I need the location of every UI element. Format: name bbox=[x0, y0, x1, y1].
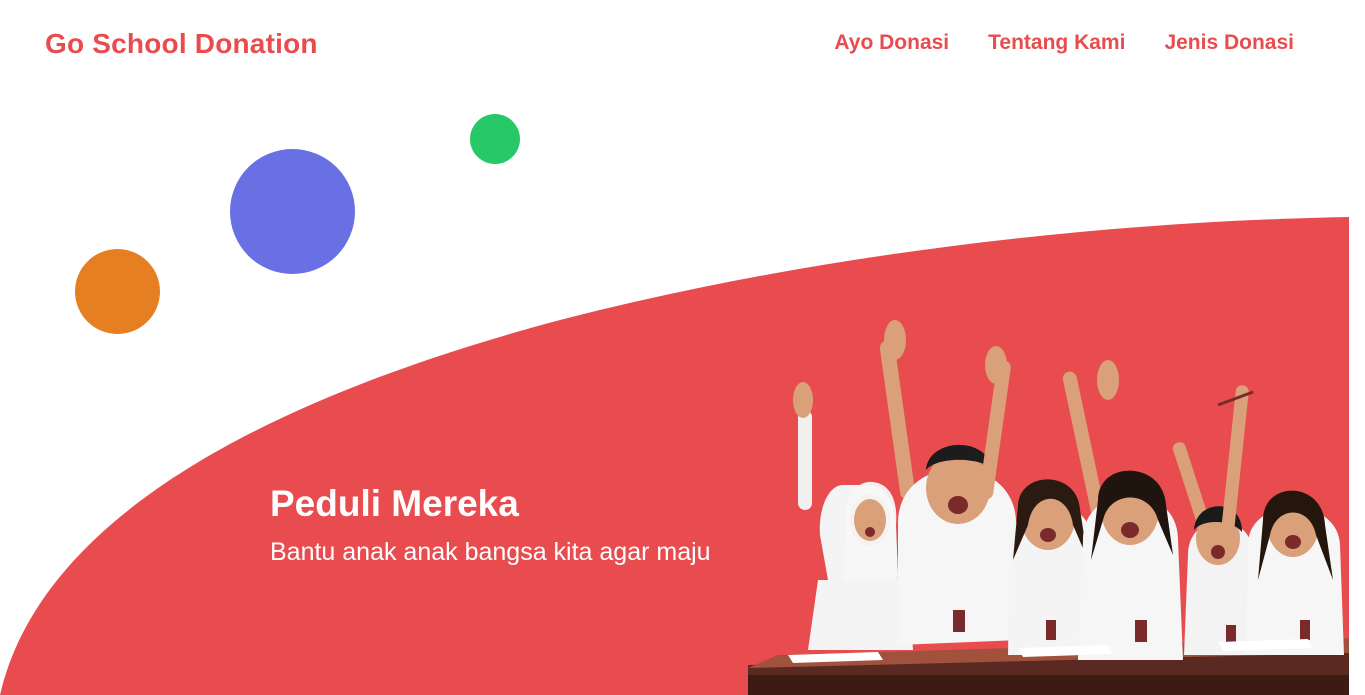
hero-text-block: Peduli Mereka Bantu anak anak bangsa kit… bbox=[270, 482, 711, 568]
student-figure bbox=[1172, 442, 1256, 655]
hero-subtitle: Bantu anak anak bangsa kita agar maju bbox=[270, 538, 711, 566]
site-logo[interactable]: Go School Donation bbox=[45, 28, 318, 60]
students-photo bbox=[748, 320, 1349, 695]
landing-page: Go School Donation Ayo Donasi Tentang Ka… bbox=[0, 0, 1349, 695]
main-nav: Ayo Donasi Tentang Kami Jenis Donasi bbox=[834, 31, 1294, 55]
hero-title: Peduli Mereka bbox=[270, 483, 519, 524]
nav-link-jenis-donasi[interactable]: Jenis Donasi bbox=[1164, 31, 1294, 55]
site-header: Go School Donation Ayo Donasi Tentang Ka… bbox=[0, 0, 1349, 90]
nav-link-tentang-kami[interactable]: Tentang Kami bbox=[988, 31, 1125, 55]
student-figure bbox=[879, 320, 1020, 645]
nav-link-ayo-donasi[interactable]: Ayo Donasi bbox=[834, 31, 949, 55]
